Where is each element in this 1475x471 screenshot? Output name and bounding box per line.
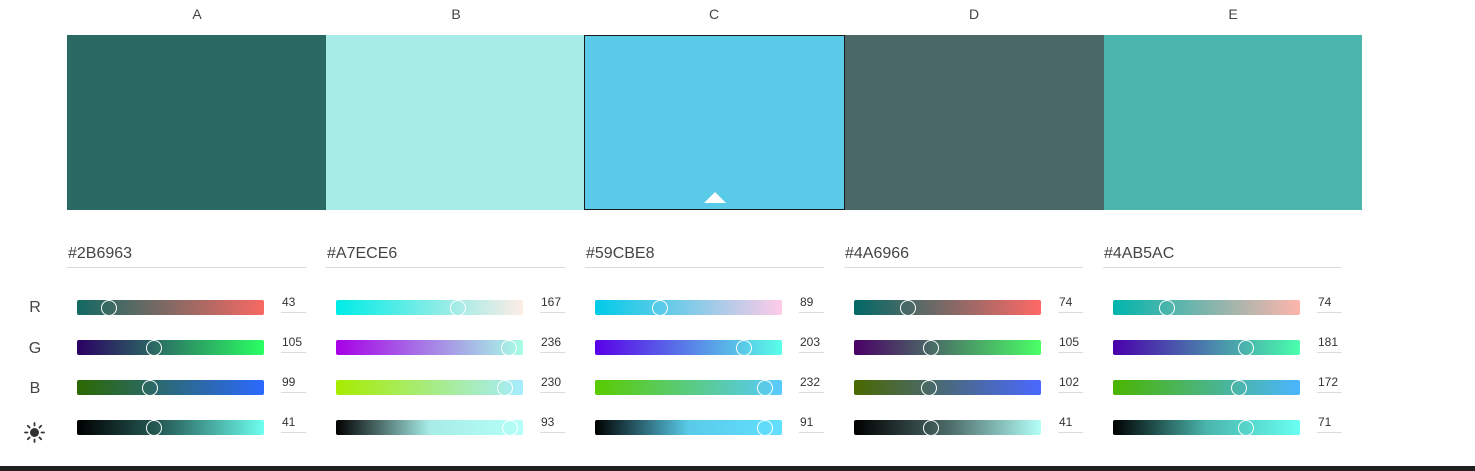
b-value-field-b[interactable]: 230 (540, 376, 565, 393)
brightness-slider-b[interactable] (336, 419, 523, 436)
b-slider-thumb-b[interactable] (496, 379, 513, 396)
brightness-slider-a[interactable] (77, 419, 264, 436)
g-slider-thumb-d[interactable] (923, 339, 940, 356)
column-label-d: D (968, 6, 980, 22)
r-slider-thumb-b[interactable] (450, 299, 467, 316)
b-slider-a[interactable] (77, 379, 264, 396)
color-swatch-d[interactable] (845, 35, 1104, 210)
b-slider-e[interactable] (1113, 379, 1300, 396)
b-slider-d[interactable] (854, 379, 1041, 396)
g-slider-thumb-a[interactable] (146, 339, 163, 356)
r-slider-thumb-c[interactable] (652, 299, 669, 316)
sun-icon (24, 422, 45, 443)
g-slider-b[interactable] (336, 339, 523, 356)
b-slider-b[interactable] (336, 379, 523, 396)
r-slider-a[interactable] (77, 299, 264, 316)
b-slider-thumb-a[interactable] (141, 379, 158, 396)
selected-swatch-marker-icon (703, 192, 726, 203)
hex-field-d[interactable]: #4A6966 (844, 244, 1083, 268)
b-value-field-a[interactable]: 99 (281, 376, 306, 393)
hex-field-e[interactable]: #4AB5AC (1103, 244, 1342, 268)
r-slider-thumb-d[interactable] (900, 299, 917, 316)
b-slider-thumb-e[interactable] (1231, 379, 1248, 396)
column-label-b: B (451, 6, 461, 22)
r-slider-b[interactable] (336, 299, 523, 316)
r-slider-thumb-a[interactable] (100, 299, 117, 316)
b-value-field-e[interactable]: 172 (1317, 376, 1342, 393)
row-label-green: G (28, 340, 42, 357)
hex-field-c[interactable]: #59CBE8 (585, 244, 824, 268)
hex-field-b[interactable]: #A7ECE6 (326, 244, 565, 268)
color-swatch-a[interactable] (67, 35, 326, 210)
column-label-e: E (1228, 6, 1238, 22)
g-value-field-b[interactable]: 236 (540, 336, 565, 353)
g-slider-thumb-e[interactable] (1237, 339, 1254, 356)
brightness-value-field-b[interactable]: 93 (540, 416, 565, 433)
r-value-field-b[interactable]: 167 (540, 296, 565, 313)
brightness-slider-thumb-c[interactable] (757, 419, 774, 436)
g-value-field-a[interactable]: 105 (281, 336, 306, 353)
brightness-value-field-d[interactable]: 41 (1058, 416, 1083, 433)
g-value-field-c[interactable]: 203 (799, 336, 824, 353)
b-value-field-c[interactable]: 232 (799, 376, 824, 393)
r-slider-e[interactable] (1113, 299, 1300, 316)
r-value-field-c[interactable]: 89 (799, 296, 824, 313)
b-slider-thumb-c[interactable] (757, 379, 774, 396)
r-value-field-a[interactable]: 43 (281, 296, 306, 313)
brightness-slider-d[interactable] (854, 419, 1041, 436)
g-slider-thumb-c[interactable] (735, 339, 752, 356)
brightness-slider-e[interactable] (1113, 419, 1300, 436)
row-label-red: R (29, 299, 41, 316)
brightness-slider-thumb-e[interactable] (1237, 419, 1254, 436)
brightness-slider-thumb-d[interactable] (922, 419, 939, 436)
g-value-field-d[interactable]: 105 (1058, 336, 1083, 353)
hex-field-a[interactable]: #2B6963 (67, 244, 306, 268)
g-slider-c[interactable] (595, 339, 782, 356)
g-slider-d[interactable] (854, 339, 1041, 356)
g-slider-a[interactable] (77, 339, 264, 356)
r-slider-c[interactable] (595, 299, 782, 316)
r-value-field-e[interactable]: 74 (1317, 296, 1342, 313)
r-slider-d[interactable] (854, 299, 1041, 316)
brightness-value-field-a[interactable]: 41 (281, 416, 306, 433)
color-swatch-e[interactable] (1104, 35, 1362, 210)
r-slider-thumb-e[interactable] (1159, 299, 1176, 316)
b-slider-thumb-d[interactable] (920, 379, 937, 396)
brightness-value-field-c[interactable]: 91 (799, 416, 824, 433)
g-slider-e[interactable] (1113, 339, 1300, 356)
brightness-slider-thumb-a[interactable] (145, 419, 162, 436)
brightness-value-field-e[interactable]: 71 (1317, 416, 1342, 433)
b-value-field-d[interactable]: 102 (1058, 376, 1083, 393)
row-label-blue: B (29, 380, 41, 397)
column-label-c: C (708, 6, 720, 22)
color-swatch-b[interactable] (326, 35, 584, 210)
brightness-slider-c[interactable] (595, 419, 782, 436)
b-slider-c[interactable] (595, 379, 782, 396)
r-value-field-d[interactable]: 74 (1058, 296, 1083, 313)
bottom-border (0, 466, 1475, 471)
column-label-a: A (192, 6, 202, 22)
brightness-slider-thumb-b[interactable] (501, 419, 518, 436)
g-slider-thumb-b[interactable] (500, 339, 517, 356)
color-swatch-c[interactable] (584, 35, 845, 210)
g-value-field-e[interactable]: 181 (1317, 336, 1342, 353)
